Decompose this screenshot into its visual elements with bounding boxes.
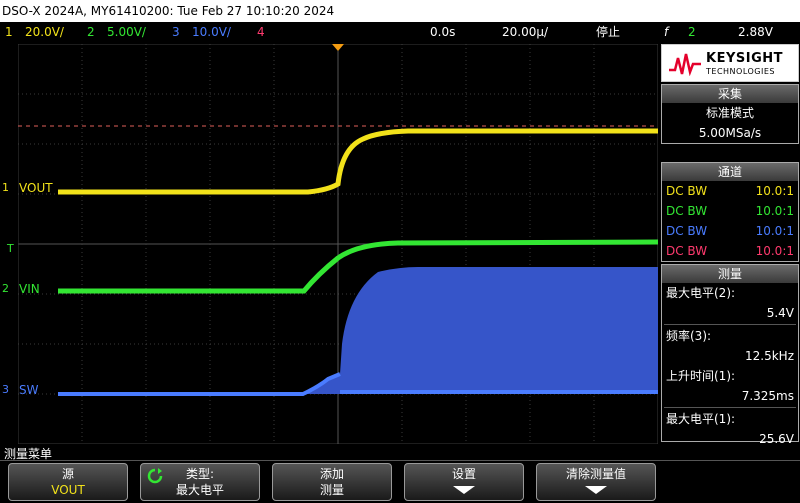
brand-name: KEYSIGHT — [706, 51, 783, 66]
trigger-channel[interactable]: 2 — [688, 22, 696, 42]
softkey-label: 清除测量值 — [565, 467, 626, 481]
channel-probe: 10.0:1 — [755, 224, 794, 238]
softkey-label: 添加 — [319, 467, 344, 481]
acquire-mode: 标准模式 — [705, 106, 754, 120]
softkey-value: 最大电平 — [175, 483, 224, 497]
source-softkey[interactable]: 源 VOUT — [8, 463, 128, 501]
horizontal-delay[interactable]: 0.0s — [430, 22, 455, 42]
status-bar: 1 20.0V/ 2 5.00V/ 3 10.0V/ 4 0.0s 20.00µ… — [0, 22, 800, 42]
run-state[interactable]: 停止 — [596, 22, 620, 42]
softkey-label: 设置 — [451, 467, 476, 481]
measure-label: 最大电平(2): — [666, 286, 736, 300]
measure-value: 12.5kHz — [745, 349, 794, 363]
right-info-panel: KEYSIGHT TECHNOLOGIES 采集 标准模式 5.00MSa/s … — [660, 44, 800, 446]
add-measurement-softkey[interactable]: 添加 测量 — [272, 463, 392, 501]
softkey-value: VOUT — [51, 483, 85, 497]
clear-measurements-softkey[interactable]: 清除测量值 — [536, 463, 656, 501]
trigger-level[interactable]: 2.88V — [738, 22, 773, 42]
measure-value: 25.6V — [759, 432, 794, 446]
ch1-vout-trace — [58, 128, 658, 195]
measure-value: 5.4V — [766, 306, 794, 320]
acquire-header: 采集 — [662, 85, 798, 103]
channel-probe: 10.0:1 — [755, 184, 794, 198]
ch3-scale[interactable]: 10.0V/ — [192, 22, 231, 42]
ch2-scale[interactable]: 5.00V/ — [107, 22, 146, 42]
channel-coupling: DC BW — [666, 244, 708, 258]
measure-label: 频率(3): — [666, 329, 712, 343]
waveform-display[interactable] — [18, 44, 658, 444]
channel-probe: 10.0:1 — [755, 244, 794, 258]
ch3-number[interactable]: 3 — [172, 22, 180, 42]
channel-row: DC BW 10.0:1 — [662, 241, 798, 261]
keysight-wave-icon — [669, 53, 701, 76]
ch4-number[interactable]: 4 — [257, 22, 265, 42]
submenu-arrow-icon — [453, 486, 475, 494]
trigger-position-icon[interactable] — [332, 44, 344, 51]
measure-label: 上升时间(1): — [666, 369, 736, 383]
channel-coupling: DC BW — [666, 184, 708, 198]
measure-header: 测量 — [662, 265, 798, 283]
sample-rate: 5.00MSa/s — [698, 126, 762, 140]
ch1-number[interactable]: 1 — [5, 22, 13, 42]
timebase-scale[interactable]: 20.00µ/ — [502, 22, 548, 42]
measure-label: 最大电平(1): — [666, 412, 736, 426]
channel-coupling: DC BW — [666, 224, 708, 238]
submenu-arrow-icon — [585, 486, 607, 494]
type-softkey[interactable]: 类型: 最大电平 — [140, 463, 260, 501]
ch2-number[interactable]: 2 — [87, 22, 95, 42]
ch3-marker[interactable]: 3 — [2, 383, 9, 396]
acquire-panel[interactable]: 采集 标准模式 5.00MSa/s — [661, 84, 799, 144]
softkey-value: 测量 — [319, 483, 344, 497]
trigger-marker: T — [7, 242, 14, 255]
channel-row: DC BW 10.0:1 — [662, 221, 798, 241]
channels-panel[interactable]: 通道 DC BW 10.0:1 DC BW 10.0:1 DC BW 10.0:1 D… — [661, 162, 799, 262]
window-title: DSO-X 2024A, MY61410200: Tue Feb 27 10:1… — [0, 0, 800, 22]
menu-divider — [0, 460, 800, 461]
measure-panel[interactable]: 测量 最大电平(2): 5.4V 频率(3): 12.5kHz 上升时间(1):… — [661, 264, 799, 446]
keysight-logo: KEYSIGHT TECHNOLOGIES — [661, 44, 799, 82]
ch1-scale[interactable]: 20.0V/ — [25, 22, 64, 42]
rotate-knob-icon — [147, 468, 163, 484]
brand-sub: TECHNOLOGIES — [706, 67, 775, 76]
channel-row: DC BW 10.0:1 — [662, 201, 798, 221]
ch1-marker[interactable]: 1 — [2, 181, 9, 194]
channels-header: 通道 — [662, 163, 798, 181]
settings-softkey[interactable]: 设置 — [404, 463, 524, 501]
ch3-sw-waveform — [58, 267, 658, 394]
measure-value: 7.325ms — [741, 389, 794, 403]
ch2-marker[interactable]: 2 — [2, 282, 9, 295]
channel-probe: 10.0:1 — [755, 204, 794, 218]
trigger-edge-icon: f — [664, 25, 669, 39]
channel-row: DC BW 10.0:1 — [662, 181, 798, 201]
softkey-label: 源 — [61, 467, 74, 481]
channel-coupling: DC BW — [666, 204, 708, 218]
ch3-sw-trace — [58, 372, 341, 396]
